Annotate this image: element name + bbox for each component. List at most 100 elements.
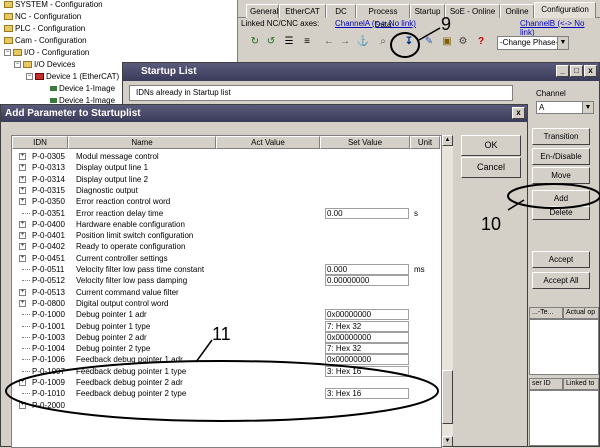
table-row[interactable]: + P-0-0451 Current controller settings — [12, 253, 440, 264]
cell-set — [327, 230, 407, 241]
grid-header-user-id[interactable]: ser ID — [529, 378, 563, 390]
cell-set — [327, 287, 407, 298]
tab-soe-online[interactable]: SoE - Online — [445, 4, 500, 18]
table-row[interactable]: P-0-0511 Velocity filter low pass time co… — [12, 264, 440, 275]
channel-a-link[interactable]: ChannelA (<-> No link) — [335, 19, 416, 28]
tab-online[interactable]: Online — [500, 4, 534, 18]
expand-plus-icon[interactable]: + — [19, 299, 26, 307]
dialog-close-button[interactable]: x — [512, 107, 525, 119]
transition-button[interactable]: Transition — [532, 128, 590, 145]
table-row[interactable]: P-0-1010 Feedback debug pointer 2 type 3: … — [12, 388, 440, 400]
expand-plus-icon[interactable]: + — [19, 220, 26, 228]
tab-startup[interactable]: Startup — [410, 4, 445, 18]
tab-dc[interactable]: DC — [326, 4, 356, 18]
grid-header-te[interactable]: ...-Te... — [529, 307, 563, 319]
table-row[interactable]: + P-0-0313 Display output line 1 — [12, 162, 440, 173]
en-disable-button[interactable]: En-/Disable — [532, 148, 590, 165]
list-scrollbar[interactable]: ▲ ▼ — [441, 135, 453, 448]
tree-item[interactable]: PLC - Configuration — [4, 23, 85, 34]
startup-grid-1[interactable] — [529, 319, 599, 375]
tab-configuration[interactable]: Configuration — [534, 2, 596, 18]
tree-item[interactable]: NC - Configuration — [4, 11, 81, 22]
maximize-button[interactable]: □ — [570, 65, 583, 77]
table-row[interactable]: + P-0-0305 Modul message control — [12, 151, 440, 162]
scroll-thumb[interactable] — [442, 370, 453, 424]
table-row[interactable]: + P-0-0400 Hardware enable configuration — [12, 219, 440, 230]
search-icon[interactable]: ⌕ — [376, 35, 390, 49]
expand-plus-icon[interactable]: + — [19, 288, 26, 296]
move-button[interactable]: Move — [532, 167, 590, 184]
change-phase-select[interactable]: -Change Phase- ▼ — [497, 36, 569, 50]
expand-plus-icon[interactable]: + — [19, 254, 26, 262]
settings-icon[interactable]: ⚙ — [456, 35, 470, 49]
expand-plus-icon[interactable]: + — [19, 153, 26, 160]
table-row[interactable]: + P-0-1009 Feedback debug pointer 2 adr — [12, 377, 440, 388]
table-row[interactable]: + P-0-0314 Display output line 2 — [12, 174, 440, 185]
table-row[interactable]: P-0-0351 Error reaction delay time 0.00 s — [12, 207, 440, 219]
accept-all-button[interactable]: Accept All — [532, 272, 590, 289]
table-row[interactable]: + P-0-0315 Diagnostic output — [12, 185, 440, 196]
table-row[interactable]: + P-0-0513 Current command value filter — [12, 287, 440, 298]
tree-expander-icon[interactable]: − — [26, 73, 33, 81]
expand-plus-icon[interactable]: + — [19, 175, 26, 183]
expand-plus-icon[interactable]: + — [19, 164, 26, 172]
tree-item[interactable]: − I/O Devices — [14, 59, 75, 70]
link-icon[interactable]: ⚓ — [356, 35, 370, 49]
startup-grid-2[interactable] — [529, 390, 599, 446]
refresh-icon[interactable]: ↻ — [248, 35, 262, 49]
startup-list-icon[interactable]: ↧ — [402, 35, 416, 49]
tree-item[interactable]: SYSTEM - Configuration — [4, 0, 103, 10]
expand-plus-icon[interactable]: + — [19, 379, 26, 386]
tree-view-icon[interactable]: ☰ — [282, 35, 296, 49]
table-row[interactable]: + P-0-0350 Error reaction control word — [12, 196, 440, 207]
tree-item[interactable]: − I/O - Configuration — [4, 47, 89, 58]
grid-header-linked-to[interactable]: Linked to — [563, 378, 599, 390]
minimize-button[interactable]: _ — [556, 65, 569, 77]
tab-general[interactable]: General — [246, 4, 279, 18]
forward-arrow-icon[interactable]: → — [338, 35, 352, 49]
table-row[interactable]: P-0-1007 Feedback debug pointer 1 type 3: … — [12, 365, 440, 377]
tree-item[interactable]: Device 1-Image — [50, 83, 115, 94]
tree-expander-icon[interactable]: − — [14, 61, 21, 69]
tree-expander-icon[interactable]: − — [4, 49, 11, 57]
expand-plus-icon[interactable]: + — [19, 186, 26, 194]
tree-item[interactable]: − Device 1 (EtherCAT) — [26, 71, 119, 82]
header-act-value[interactable]: Act Value — [216, 136, 320, 149]
header-name[interactable]: Name — [68, 136, 216, 149]
table-row[interactable]: + P-0-2000 — [12, 400, 440, 411]
ok-button[interactable]: OK — [461, 135, 521, 156]
expand-plus-icon[interactable]: + — [19, 232, 26, 240]
table-row[interactable]: P-0-1000 Debug pointer 1 adr 0x00000000 — [12, 309, 440, 321]
grid-header-actual-op[interactable]: Actual op — [563, 307, 599, 319]
write-icon[interactable]: ✎ — [422, 35, 436, 49]
accept-button[interactable]: Accept — [532, 251, 590, 268]
tree-item[interactable]: Cam - Configuration — [4, 35, 87, 46]
parameter-list-view[interactable]: IDN Name Act Value Set Value Unit + P-0-0… — [11, 135, 451, 448]
back-arrow-icon[interactable]: ← — [322, 35, 336, 49]
list-view-icon[interactable]: ≡ — [300, 35, 314, 49]
header-unit[interactable]: Unit — [410, 136, 440, 149]
cell-set: 0.000 — [327, 265, 348, 274]
add-button[interactable]: Add — [532, 190, 590, 207]
scroll-up-icon[interactable]: ▲ — [442, 135, 453, 146]
tab-ethercat[interactable]: EtherCAT — [279, 4, 326, 18]
close-button[interactable]: x — [584, 65, 597, 77]
table-row[interactable]: P-0-1006 Feedback debug pointer 1 adr 0x00… — [12, 354, 440, 366]
header-idn[interactable]: IDN — [12, 136, 68, 149]
expand-plus-icon[interactable]: + — [19, 401, 26, 409]
help-icon[interactable]: ? — [474, 35, 488, 49]
delete-button[interactable]: Delete — [532, 206, 590, 220]
table-row[interactable]: + P-0-0402 Ready to operate configuration — [12, 241, 440, 252]
refresh-all-icon[interactable]: ↺ — [264, 35, 278, 49]
cancel-button[interactable]: Cancel — [461, 157, 521, 178]
expand-plus-icon[interactable]: + — [19, 243, 26, 251]
table-row[interactable]: + P-0-0800 Digital output control word — [12, 298, 440, 309]
expand-plus-icon[interactable]: + — [19, 198, 26, 206]
table-row[interactable]: + P-0-0401 Position limit switch configura… — [12, 230, 440, 241]
import-icon[interactable]: ▣ — [440, 35, 454, 49]
header-set-value[interactable]: Set Value — [320, 136, 410, 149]
scroll-down-icon[interactable]: ▼ — [442, 436, 453, 447]
channel-select[interactable]: A ▼ — [536, 101, 594, 114]
tab-process-data[interactable]: Process Data — [356, 4, 410, 29]
table-row[interactable]: P-0-0512 Velocity filter low pass damping… — [12, 275, 440, 287]
